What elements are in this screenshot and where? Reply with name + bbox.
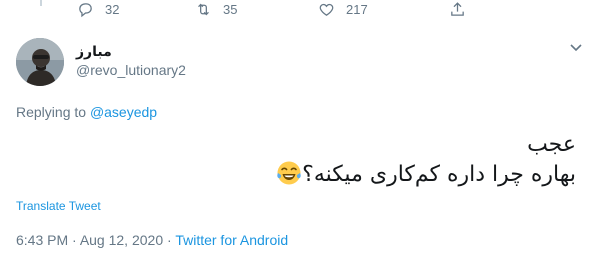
replying-to-line: Replying to @aseyedp <box>16 104 157 120</box>
avatar-image <box>16 38 64 86</box>
tweet-menu-button[interactable] <box>568 41 584 55</box>
tweet-text-line-1: عجب <box>527 132 576 157</box>
reply-count: 32 <box>105 1 120 17</box>
translate-tweet-link[interactable]: Translate Tweet <box>16 199 101 213</box>
retweet-icon <box>195 1 212 18</box>
tweet-text: عجب بهاره چرا داره کم‌کاری میکنه؟ <box>56 130 576 190</box>
replying-to-label: Replying to <box>16 104 87 120</box>
author-handle[interactable]: @revo_lutionary2 <box>76 62 186 78</box>
tweet-source[interactable]: Twitter for Android <box>175 232 288 248</box>
retweet-button[interactable]: 35 <box>195 0 237 18</box>
tweet-text-line-2: بهاره چرا داره کم‌کاری میکنه؟ <box>56 160 576 190</box>
chevron-down-icon <box>568 41 584 55</box>
reply-button[interactable]: 32 <box>77 0 119 18</box>
share-button[interactable] <box>449 0 466 18</box>
avatar[interactable] <box>16 38 64 86</box>
previous-tweet-actions: 32 35 217 <box>0 0 596 18</box>
meta-separator: · <box>163 232 176 248</box>
meta-separator: · <box>68 232 80 248</box>
retweet-count: 35 <box>223 1 238 17</box>
replying-to-mention[interactable]: @aseyedp <box>90 104 157 120</box>
like-count: 217 <box>346 1 368 17</box>
tweet-time[interactable]: 6:43 PM <box>16 232 68 248</box>
like-button[interactable]: 217 <box>318 0 368 18</box>
face-with-tears-of-joy-icon <box>276 160 302 186</box>
heart-icon <box>318 1 335 18</box>
share-icon <box>449 1 466 18</box>
tweet-metadata: 6:43 PM · Aug 12, 2020 · Twitter for And… <box>16 232 288 248</box>
reply-icon <box>77 1 94 18</box>
author-display-name[interactable]: مبارز <box>76 44 112 60</box>
tweet-date[interactable]: Aug 12, 2020 <box>80 232 163 248</box>
tweet-text-line-2-content: بهاره چرا داره کم‌کاری میکنه؟ <box>302 162 576 187</box>
